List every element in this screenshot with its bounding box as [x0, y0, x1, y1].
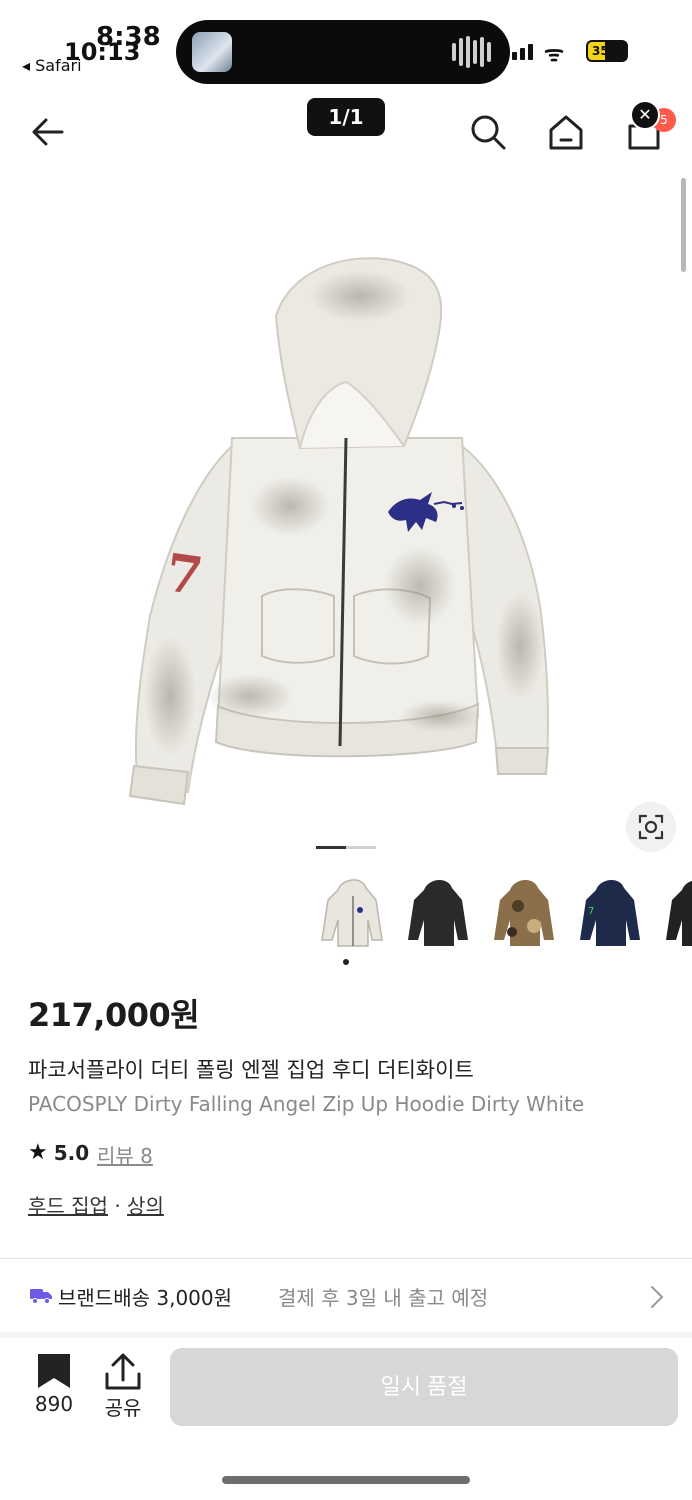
category-link-tops[interactable]: 상의: [127, 1194, 164, 1218]
thumbnail-black[interactable]: [404, 870, 474, 950]
close-icon[interactable]: ✕: [630, 100, 660, 130]
back-to-app-link[interactable]: ◂ Safari: [22, 56, 82, 75]
shipping-estimate: 결제 후 3일 내 출고 예정: [278, 1286, 489, 1310]
bottom-action-bar: 890 공유 일시 품절: [0, 1338, 692, 1500]
visual-search-icon[interactable]: [626, 802, 676, 852]
shipping-fee: 브랜드배송 3,000원: [58, 1286, 233, 1310]
scroll-indicator[interactable]: [681, 178, 686, 272]
wifi-icon: ᯤ: [544, 42, 565, 67]
audio-waveform-icon: [452, 36, 492, 68]
svg-text:7: 7: [588, 906, 594, 917]
dynamic-island[interactable]: [176, 20, 510, 84]
page-indicator: 1/1: [307, 98, 385, 136]
image-carousel-indicator: [316, 846, 376, 849]
thumbnail-black-2[interactable]: [662, 870, 692, 950]
status-time: 8:38: [96, 22, 161, 52]
rating-value: 5.0: [53, 1140, 90, 1165]
home-indicator[interactable]: [222, 1476, 470, 1484]
product-name-english: PACOSPLY Dirty Falling Angel Zip Up Hood…: [28, 1092, 585, 1116]
thumbnail-camo[interactable]: [490, 870, 560, 950]
color-variant-thumbnails: 7: [310, 870, 692, 960]
home-icon[interactable]: [546, 112, 586, 152]
product-name-korean: 파코서플라이 더티 폴링 엔젤 집업 후디 더티화이트: [28, 1058, 474, 1082]
battery-icon: 35: [586, 40, 628, 62]
reviews-link[interactable]: 리뷰 8: [97, 1140, 153, 1169]
share-label: 공유: [104, 1396, 142, 1420]
search-icon[interactable]: [468, 112, 508, 152]
top-nav: 1/1 5 ✕: [0, 96, 692, 172]
category-link-hood-zipup[interactable]: 후드 집업: [28, 1194, 108, 1218]
back-arrow-icon[interactable]: [28, 112, 68, 152]
divider: [0, 1258, 692, 1259]
selected-thumbnail-dot: [343, 959, 349, 965]
sold-out-button[interactable]: 일시 품절: [170, 1348, 678, 1426]
rating: ★ 5.0: [28, 1140, 89, 1165]
product-price: 217,000원: [28, 996, 200, 1034]
category-breadcrumb: 후드 집업 · 상의: [28, 1190, 164, 1219]
status-bar: 10:13 8:38 ◂ Safari ᯤ 35: [0, 0, 692, 90]
chevron-right-icon: [651, 1286, 664, 1308]
cellular-signal-icon: [512, 44, 533, 60]
delivery-truck-icon: [30, 1289, 52, 1304]
product-main-image[interactable]: 7: [0, 176, 692, 856]
bookmark-count: 890: [34, 1392, 74, 1416]
now-playing-artwork: [192, 32, 232, 72]
hoodie-illustration: 7: [128, 257, 550, 806]
shipping-info-row[interactable]: 브랜드배송 3,000원 결제 후 3일 내 출고 예정: [0, 1260, 692, 1332]
star-icon: ★: [28, 1140, 48, 1165]
thumbnail-dirty-white[interactable]: [318, 870, 388, 950]
category-separator: ·: [107, 1194, 128, 1218]
thumbnail-navy[interactable]: 7: [576, 870, 646, 950]
